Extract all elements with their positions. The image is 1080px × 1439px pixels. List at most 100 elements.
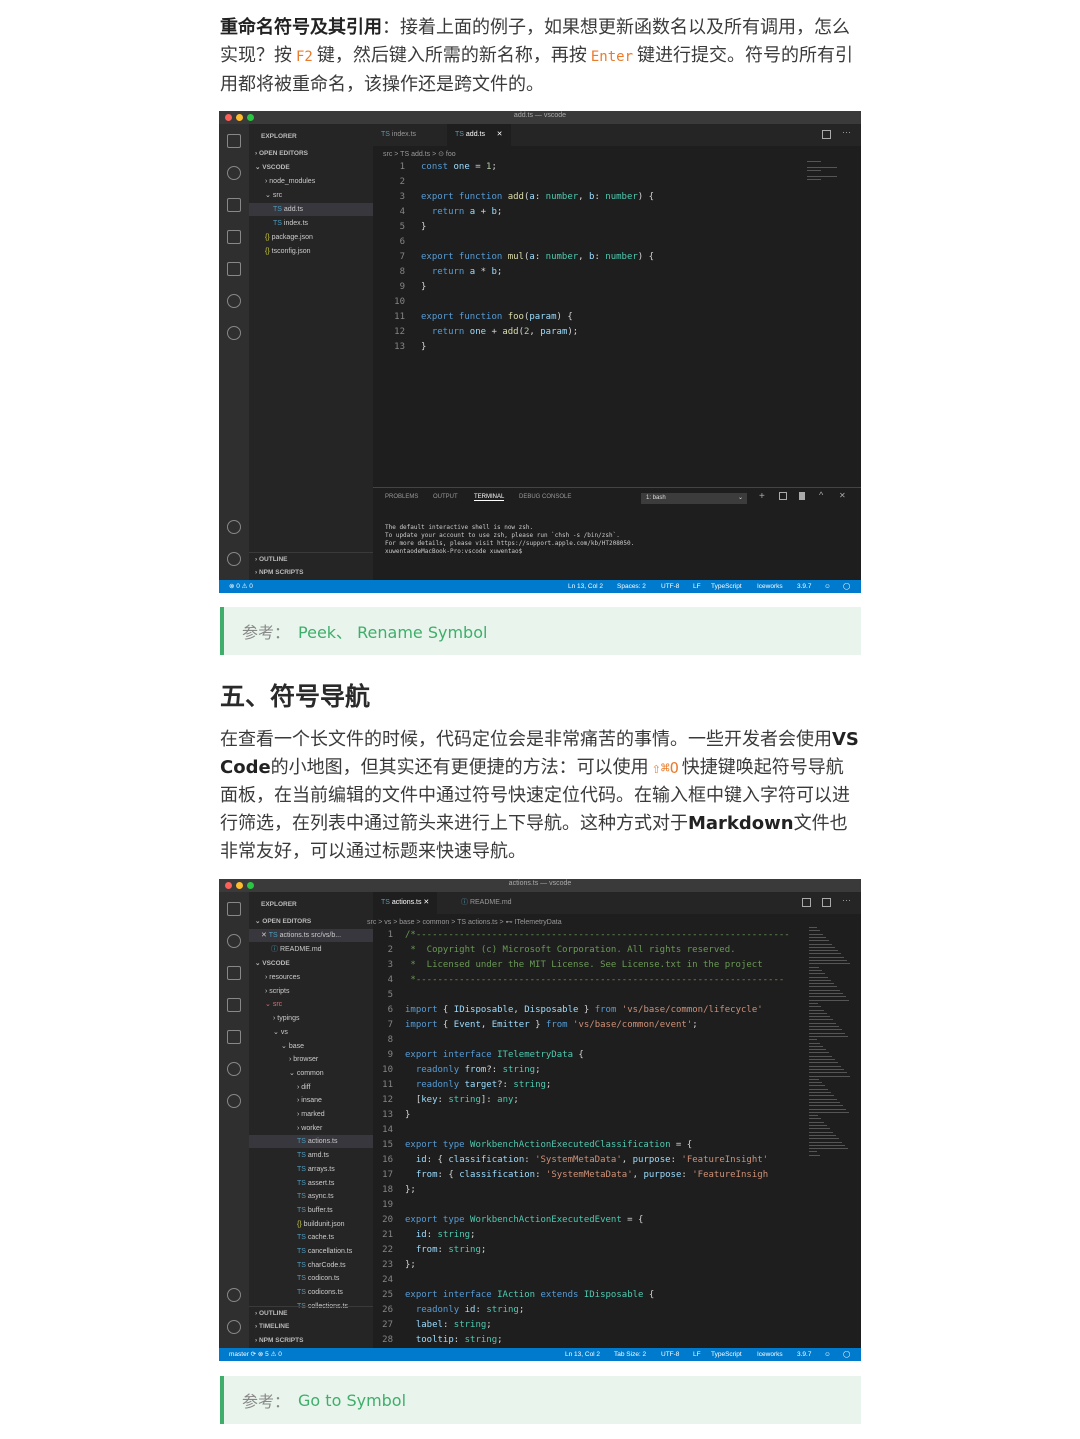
npm-scripts-header[interactable]: › NPM SCRIPTS (249, 566, 373, 579)
extensions-icon[interactable] (227, 230, 241, 244)
split-terminal-icon[interactable] (779, 492, 787, 500)
open-editors-header[interactable]: ⌄ OPEN EDITORS (249, 915, 373, 928)
run-icon[interactable] (227, 966, 241, 980)
panel-tab-debug-console[interactable]: DEBUG CONSOLE (519, 494, 571, 500)
account-icon[interactable] (227, 1288, 241, 1302)
tree-item[interactable]: TS cancellation.ts (249, 1245, 373, 1258)
more-actions-icon[interactable]: ··· (842, 127, 851, 137)
tree-item-index-ts[interactable]: TS index.ts (249, 217, 373, 230)
open-changes-icon[interactable] (802, 898, 811, 907)
remote-icon[interactable] (227, 262, 241, 276)
status-ts-version[interactable]: 3.9.7 (797, 580, 811, 593)
status-ts-version[interactable]: 3.9.7 (797, 1348, 811, 1361)
tab-readme-md[interactable]: ⓘ README.md (453, 892, 520, 914)
tab-index-ts[interactable]: TS index.ts (373, 124, 424, 146)
tree-item-node-modules[interactable]: › node_modules (249, 175, 373, 188)
minimap[interactable] (809, 927, 853, 1337)
tree-item[interactable]: TS codicon.ts (249, 1272, 373, 1285)
vscode-folder-header[interactable]: ⌄ VSCODE (249, 161, 373, 174)
status-branch[interactable]: master ⟳ ⊗ 5 ⚠ 0 (229, 1348, 282, 1361)
status-eol[interactable]: LF (693, 580, 701, 593)
tree-item[interactable]: TS amd.ts (249, 1149, 373, 1162)
split-editor-icon[interactable] (822, 130, 831, 139)
tree-item-add-ts[interactable]: TS add.ts (249, 203, 373, 216)
breadcrumb[interactable]: src > vs > base > common > TS actions.ts… (367, 918, 562, 926)
trash-icon[interactable] (799, 492, 805, 500)
explorer-icon[interactable] (227, 134, 241, 148)
status-problems[interactable]: ⊗ 0 ⚠ 0 (229, 580, 253, 593)
new-terminal-icon[interactable]: + (759, 491, 765, 502)
shell-select[interactable]: 1: bash ⌄ (641, 493, 747, 504)
open-editor-actions[interactable]: ✕ TS actions.ts src/vs/b... (249, 929, 373, 942)
settings-sync-icon[interactable] (227, 1094, 241, 1108)
tree-item[interactable]: TS charCode.ts (249, 1259, 373, 1272)
outline-header[interactable]: › OUTLINE (249, 1306, 373, 1319)
vscode-folder-header[interactable]: ⌄ VSCODE (249, 957, 373, 970)
feedback-icon[interactable]: ☺ (824, 580, 831, 593)
tree-item[interactable]: › marked (249, 1108, 373, 1121)
status-iceworks[interactable]: Iceworks (757, 1348, 783, 1361)
panel-tab-output[interactable]: OUTPUT (433, 494, 458, 500)
remote-icon[interactable] (227, 1030, 241, 1044)
more-actions-icon[interactable]: ··· (842, 895, 851, 905)
tree-item[interactable]: TS async.ts (249, 1190, 373, 1203)
tree-item[interactable]: ⌄ vs (249, 1026, 373, 1039)
status-cursor[interactable]: Ln 13, Col 2 (565, 1348, 600, 1361)
search-icon[interactable] (227, 1062, 241, 1076)
split-editor-icon[interactable] (822, 898, 831, 907)
code-editor[interactable]: 1 2 3 4 5 6 7 8 9 10 11 12 13 const one = 1; export … (373, 162, 807, 362)
terminal-output[interactable]: The default interactive shell is now zsh… (385, 524, 634, 556)
tree-item[interactable]: TS buffer.ts (249, 1204, 373, 1217)
tab-actions-ts[interactable]: TS actions.ts ✕ (373, 892, 438, 914)
source-control-icon[interactable] (227, 166, 241, 180)
breadcrumb[interactable]: src > TS add.ts > ⊙ foo (383, 150, 456, 158)
minimap[interactable] (807, 159, 851, 359)
tree-item[interactable]: ⌄ common (249, 1067, 373, 1080)
tree-item[interactable]: {} buildunit.json (249, 1218, 373, 1231)
tree-item[interactable]: › diff (249, 1081, 373, 1094)
maximize-panel-icon[interactable]: ^ (819, 490, 823, 500)
status-indent[interactable]: Spaces: 2 (617, 580, 646, 593)
tree-item[interactable]: TS actions.ts (249, 1135, 373, 1149)
tree-item[interactable]: › worker (249, 1122, 373, 1135)
outline-header[interactable]: › OUTLINE (249, 552, 373, 565)
panel-tab-problems[interactable]: PROBLEMS (385, 494, 418, 500)
tree-item[interactable]: › typings (249, 1012, 373, 1025)
explorer-icon[interactable] (227, 902, 241, 916)
tree-item[interactable]: › scripts (249, 985, 373, 998)
status-language[interactable]: TypeScript (711, 1348, 742, 1361)
bell-icon[interactable]: ◯ (843, 580, 850, 593)
bell-icon[interactable]: ◯ (843, 1348, 850, 1361)
close-panel-icon[interactable]: ✕ (839, 491, 846, 500)
search-icon[interactable] (227, 294, 241, 308)
code-editor[interactable]: 1 2 3 4 5 6 7 8 9 10 11 12 13 14 15 16 17 18 19 20 21 22 23 24 2… (373, 930, 805, 1346)
tree-item-package-json[interactable]: {} package.json (249, 231, 373, 244)
status-cursor[interactable]: Ln 13, Col 2 (568, 580, 603, 593)
open-editor-readme[interactable]: ⓘ README.md (249, 943, 373, 956)
gear-icon[interactable] (227, 1320, 241, 1334)
tree-item[interactable]: TS codicons.ts (249, 1286, 373, 1299)
tree-item[interactable]: ⌄ base (249, 1040, 373, 1053)
account-icon[interactable] (227, 520, 241, 534)
source-control-icon[interactable] (227, 934, 241, 948)
tree-item[interactable]: TS assert.ts (249, 1177, 373, 1190)
status-indent[interactable]: Tab Size: 2 (614, 1348, 646, 1361)
extensions-icon[interactable] (227, 998, 241, 1012)
tree-item[interactable]: TS arrays.ts (249, 1163, 373, 1176)
gear-icon[interactable] (227, 552, 241, 566)
status-iceworks[interactable]: Iceworks (757, 580, 783, 593)
tree-item[interactable]: › resources (249, 971, 373, 984)
timeline-header[interactable]: › TIMELINE (249, 1320, 373, 1333)
tree-item[interactable]: TS cache.ts (249, 1231, 373, 1244)
status-eol[interactable]: LF (693, 1348, 701, 1361)
tree-item[interactable]: › insane (249, 1094, 373, 1107)
tree-item[interactable]: ⌄ src (249, 998, 373, 1011)
feedback-icon[interactable]: ☺ (824, 1348, 831, 1361)
panel-tab-terminal[interactable]: TERMINAL (474, 494, 505, 501)
reference-link[interactable]: Go to Symbol (298, 1391, 406, 1410)
status-encoding[interactable]: UTF-8 (661, 1348, 679, 1361)
status-language[interactable]: TypeScript (711, 580, 742, 593)
status-encoding[interactable]: UTF-8 (661, 580, 679, 593)
tree-item[interactable]: › browser (249, 1053, 373, 1066)
npm-scripts-header[interactable]: › NPM SCRIPTS (249, 1334, 373, 1347)
